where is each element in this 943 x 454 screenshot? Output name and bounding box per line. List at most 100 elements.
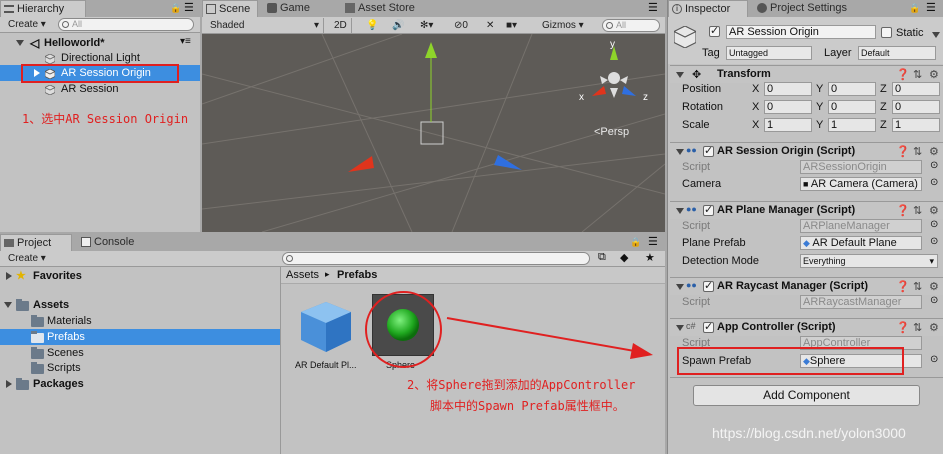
tag-dropdown[interactable]: Untagged (726, 46, 812, 60)
hierarchy-item-ar-session[interactable]: AR Session (0, 81, 200, 97)
scene-menu-icon[interactable]: ▾≡ (180, 36, 191, 47)
folder-scripts[interactable]: Scripts (0, 360, 280, 376)
transform-header[interactable]: ✥ Transform ❓ ⇅ ⚙ (670, 65, 943, 83)
active-checkbox[interactable] (709, 24, 720, 37)
help-icon[interactable]: ❓ (896, 145, 910, 158)
object-picker-icon[interactable]: ⊙ (930, 295, 938, 306)
preset-icon[interactable]: ⇅ (913, 145, 922, 158)
object-picker-icon[interactable]: ⊙ (930, 354, 938, 365)
folder-prefabs[interactable]: Prefabs (0, 329, 280, 345)
persp-label[interactable]: <Persp (594, 126, 629, 138)
help-icon[interactable]: ❓ (896, 280, 910, 293)
position-y-input[interactable]: 0 (828, 82, 876, 96)
expand-arrow-icon[interactable] (4, 302, 12, 308)
tab-console[interactable]: Console (78, 234, 139, 251)
lighting-toggle-icon[interactable]: 💡 (362, 18, 382, 33)
detection-mode-dropdown[interactable]: Everything ▾ (800, 254, 938, 268)
rotation-y-input[interactable]: 0 (828, 100, 876, 114)
lock-icon[interactable]: 🔒 (909, 3, 920, 14)
tab-menu-icon[interactable]: ☰ (926, 1, 936, 14)
plane-prefab-field[interactable]: ◆ AR Default Plane (800, 236, 922, 250)
gear-icon[interactable]: ⚙ (929, 68, 939, 81)
lock-icon[interactable]: 🔒 (170, 3, 181, 14)
hidden-objects-button[interactable]: ⊘0 (450, 18, 472, 33)
project-create-button[interactable]: Create ▾ (4, 251, 50, 266)
expand-arrow-icon[interactable] (16, 40, 24, 46)
scene-search-input[interactable]: All (602, 19, 660, 32)
splitter[interactable] (280, 267, 281, 454)
rotation-x-input[interactable]: 0 (764, 100, 812, 114)
2d-toggle-button[interactable]: 2D (330, 18, 352, 33)
project-search-input[interactable] (282, 252, 590, 265)
preset-icon[interactable]: ⇅ (913, 280, 922, 293)
gear-icon[interactable]: ⚙ (929, 321, 939, 334)
folder-scenes[interactable]: Scenes (0, 345, 280, 361)
tab-menu-icon[interactable]: ☰ (648, 1, 658, 14)
foldout-arrow-icon[interactable] (676, 325, 684, 331)
gizmos-dropdown[interactable]: Gizmos ▾ (538, 18, 588, 33)
filter-by-type-icon[interactable]: ⧉ (598, 251, 606, 264)
scene-viewport[interactable]: y x z <Persp (202, 34, 665, 232)
ar-raycast-manager-header[interactable]: ●● AR Raycast Manager (Script) ❓ ⇅ ⚙ (670, 277, 943, 295)
gear-icon[interactable]: ⚙ (929, 280, 939, 293)
camera-settings-icon[interactable]: ■▾ (502, 18, 521, 33)
tools-icon[interactable]: ✕ (482, 18, 498, 33)
hierarchy-create-button[interactable]: Create ▾ (4, 17, 50, 32)
hierarchy-search-input[interactable]: All (58, 18, 194, 31)
object-name-input[interactable]: AR Session Origin (726, 25, 876, 39)
tab-menu-icon[interactable]: ☰ (184, 1, 194, 14)
preset-icon[interactable]: ⇅ (913, 68, 922, 81)
app-controller-header[interactable]: c# App Controller (Script) ❓ ⇅ ⚙ (670, 318, 943, 336)
object-picker-icon[interactable]: ⊙ (930, 219, 938, 230)
static-dropdown-icon[interactable] (932, 32, 940, 38)
expand-arrow-icon[interactable] (6, 272, 12, 280)
lock-icon[interactable]: 🔒 (630, 237, 641, 248)
object-picker-icon[interactable]: ⊙ (930, 160, 938, 171)
foldout-arrow-icon[interactable] (676, 208, 684, 214)
gear-icon[interactable]: ⚙ (929, 204, 939, 217)
scale-x-input[interactable]: 1 (764, 118, 812, 132)
folder-materials[interactable]: Materials (0, 313, 280, 329)
component-enabled-checkbox[interactable] (703, 320, 714, 333)
position-z-input[interactable]: 0 (892, 82, 940, 96)
gear-icon[interactable]: ⚙ (929, 145, 939, 158)
scale-z-input[interactable]: 1 (892, 118, 940, 132)
foldout-arrow-icon[interactable] (676, 149, 684, 155)
tab-scene[interactable]: Scene (202, 0, 258, 17)
camera-field[interactable]: ■ AR Camera (Camera) (800, 177, 922, 191)
breadcrumb-prefabs[interactable]: Prefabs (337, 269, 377, 281)
prefab-ar-default-plane[interactable]: AR Default Pl... (295, 296, 359, 374)
tab-inspector[interactable]: i Inspector (668, 0, 748, 17)
scale-y-input[interactable]: 1 (828, 118, 876, 132)
preset-icon[interactable]: ⇅ (913, 321, 922, 334)
preset-icon[interactable]: ⇅ (913, 204, 922, 217)
component-enabled-checkbox[interactable] (703, 203, 714, 216)
help-icon[interactable]: ❓ (896, 204, 910, 217)
object-picker-icon[interactable]: ⊙ (930, 177, 938, 188)
tab-menu-icon[interactable]: ☰ (648, 235, 658, 248)
tab-project[interactable]: Project (0, 234, 72, 251)
static-checkbox[interactable] (881, 27, 892, 38)
ar-session-origin-header[interactable]: ●● AR Session Origin (Script) ❓ ⇅ ⚙ (670, 142, 943, 160)
layer-dropdown[interactable]: Default (858, 46, 936, 60)
audio-toggle-icon[interactable]: 🔊 (388, 18, 408, 33)
tab-hierarchy[interactable]: Hierarchy (0, 0, 86, 17)
position-x-input[interactable]: 0 (764, 82, 812, 96)
orientation-gizmo[interactable] (592, 46, 636, 98)
component-enabled-checkbox[interactable] (703, 279, 714, 292)
tab-game[interactable]: Game (264, 0, 314, 17)
filter-by-label-icon[interactable]: ◆ (620, 251, 628, 264)
ar-plane-manager-header[interactable]: ●● AR Plane Manager (Script) ❓ ⇅ ⚙ (670, 201, 943, 219)
favorite-star-icon[interactable]: ★ (645, 251, 655, 264)
expand-arrow-icon[interactable] (6, 380, 12, 388)
rotation-z-input[interactable]: 0 (892, 100, 940, 114)
breadcrumb-assets[interactable]: Assets (286, 269, 319, 281)
component-enabled-checkbox[interactable] (703, 144, 714, 157)
add-component-button[interactable]: Add Component (693, 385, 920, 406)
shading-mode-dropdown[interactable]: Shaded ▾ (206, 18, 324, 33)
foldout-arrow-icon[interactable] (676, 72, 684, 78)
tab-project-settings[interactable]: Project Settings (754, 0, 852, 17)
help-icon[interactable]: ❓ (896, 68, 910, 81)
object-picker-icon[interactable]: ⊙ (930, 236, 938, 247)
effects-dropdown-icon[interactable]: ✻▾ (416, 18, 437, 33)
